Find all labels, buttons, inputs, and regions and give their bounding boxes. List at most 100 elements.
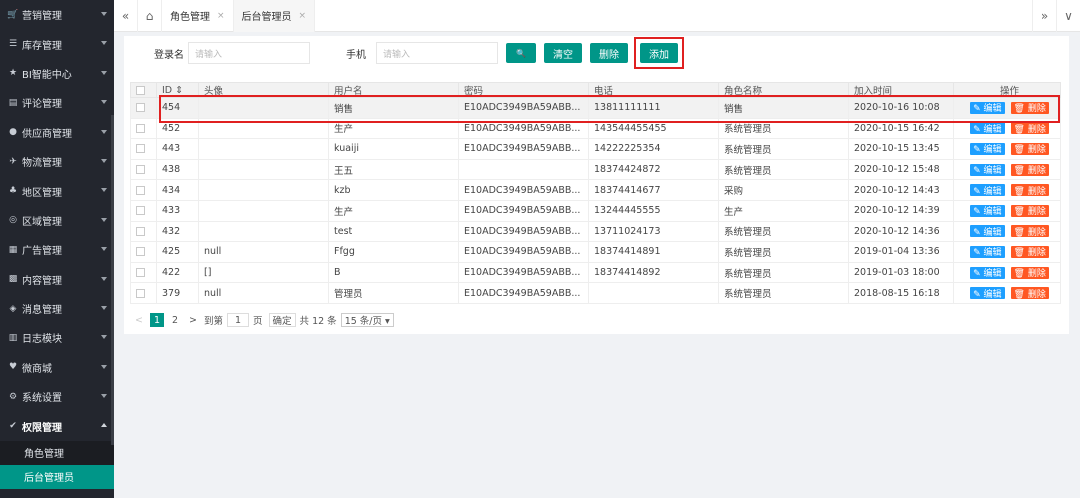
prev-page-button[interactable]: <	[132, 313, 146, 327]
sidebar-item-settings[interactable]: ⚙ 系统设置	[0, 382, 114, 411]
row-checkbox-cell[interactable]	[130, 261, 157, 284]
sidebar-item-content[interactable]: ▩ 内容管理	[0, 265, 114, 294]
next-page-button[interactable]: >	[186, 313, 200, 327]
edit-button[interactable]: ✎ 编辑	[970, 163, 1005, 176]
edit-button[interactable]: ✎ 编辑	[970, 287, 1005, 300]
cell-avatar	[198, 97, 329, 119]
row-checkbox[interactable]	[136, 288, 145, 298]
sidebar-item-ads[interactable]: ▦ 广告管理	[0, 235, 114, 264]
page-2-button[interactable]: 2	[168, 313, 182, 327]
row-checkbox[interactable]	[136, 247, 145, 257]
row-checkbox-cell[interactable]	[130, 138, 157, 160]
select-all-checkbox-cell[interactable]	[130, 82, 157, 98]
cell-joined: 2020-10-15 13:45	[848, 138, 954, 160]
table-row[interactable]: 433 生产 E10ADC3949BA59ABB... 13244445555 生产 20…	[130, 199, 1061, 222]
row-checkbox-cell[interactable]	[130, 282, 157, 304]
row-checkbox-cell[interactable]	[130, 220, 157, 243]
sidebar-item-marketing[interactable]: 🛒 营销管理	[0, 0, 114, 29]
row-checkbox[interactable]	[136, 103, 145, 113]
row-checkbox-cell[interactable]	[130, 97, 157, 119]
table-row[interactable]: 443 kuaiji E10ADC3949BA59ABB... 14222225354…	[130, 138, 1061, 160]
row-checkbox[interactable]	[136, 268, 145, 278]
edit-button[interactable]: ✎ 编辑	[970, 245, 1005, 258]
phone-input[interactable]: 请输入	[376, 42, 498, 64]
row-checkbox[interactable]	[136, 123, 145, 133]
row-checkbox-cell[interactable]	[130, 199, 157, 222]
delete-row-button[interactable]: 🗑 删除	[1010, 101, 1049, 114]
login-name-input[interactable]: 请输入	[188, 42, 310, 64]
chevron-down-icon	[101, 100, 107, 105]
delete-row-button[interactable]: 🗑 删除	[1010, 204, 1049, 217]
table-row[interactable]: 422[] B E10ADC3949BA59ABB... 18374414892 系统管…	[130, 261, 1061, 284]
row-checkbox[interactable]	[136, 165, 145, 175]
column-header-id[interactable]: ID ⇕	[156, 82, 199, 98]
table-row[interactable]: 432 test E10ADC3949BA59ABB... 13711024173 系统…	[130, 220, 1061, 243]
goto-page-input[interactable]: 1	[227, 313, 250, 327]
select-all-checkbox[interactable]	[136, 85, 145, 95]
scroll-tabs-right-icon[interactable]: »	[1032, 0, 1056, 32]
delete-row-button[interactable]: 🗑 删除	[1010, 163, 1049, 176]
sidebar-item-bi[interactable]: ★ BI智能中心	[0, 59, 114, 88]
sidebar-subitem-0[interactable]: 角色管理	[0, 440, 114, 465]
sidebar-item-areas[interactable]: ◎ 区域管理	[0, 206, 114, 235]
edit-button[interactable]: ✎ 编辑	[970, 266, 1005, 279]
tab-role-management[interactable]: 角色管理 ×	[162, 0, 234, 32]
delete-row-button[interactable]: 🗑 删除	[1010, 266, 1049, 279]
sidebar-item-suppliers[interactable]: ● 供应商管理	[0, 118, 114, 147]
row-checkbox-cell[interactable]	[130, 179, 157, 201]
tab-menu-chevron-down-icon[interactable]: ∨	[1056, 0, 1080, 32]
sidebar-subitem-1[interactable]: 后台管理员	[0, 464, 114, 489]
edit-button[interactable]: ✎ 编辑	[970, 122, 1005, 135]
cell-password: E10ADC3949BA59ABB...	[458, 97, 589, 119]
sidebar-item-comments[interactable]: ▤ 评论管理	[0, 88, 114, 117]
page-size-select[interactable]: 15 条/页 ▾	[340, 313, 394, 327]
sidebar-item-regions[interactable]: ♣ 地区管理	[0, 176, 114, 205]
delete-row-button[interactable]: 🗑 删除	[1010, 287, 1049, 300]
edit-button[interactable]: ✎ 编辑	[970, 204, 1005, 217]
column-header-phone: 电话	[588, 82, 719, 98]
row-checkbox-cell[interactable]	[130, 117, 157, 140]
sidebar-item-inventory[interactable]: ☰ 库存管理	[0, 29, 114, 58]
page-1-button[interactable]: 1	[150, 313, 164, 327]
sidebar-item-logs[interactable]: ▥ 日志模块	[0, 323, 114, 352]
sidebar-item-wemall[interactable]: ♥ 微商城	[0, 353, 114, 382]
close-icon[interactable]: ×	[217, 11, 225, 21]
table-row[interactable]: 438 王五 18374424872 系统管理员 2020-10-12 15:48 ✎ 编…	[130, 158, 1061, 181]
row-checkbox-cell[interactable]	[130, 158, 157, 181]
row-checkbox[interactable]	[136, 185, 145, 195]
row-checkbox[interactable]	[136, 144, 145, 154]
edit-button[interactable]: ✎ 编辑	[970, 225, 1005, 238]
table-row[interactable]: 434 kzb E10ADC3949BA59ABB... 18374414677 采购 2…	[130, 179, 1061, 201]
sidebar-item-logistics[interactable]: ✈ 物流管理	[0, 147, 114, 176]
menu-icon: 🛒	[7, 9, 19, 20]
goto-confirm-button[interactable]: 确定	[268, 313, 296, 327]
cell-username: 销售	[328, 97, 459, 119]
row-checkbox-cell[interactable]	[130, 241, 157, 263]
home-icon[interactable]: ⌂	[138, 0, 162, 32]
collapse-sidebar-icon[interactable]: «	[114, 0, 138, 32]
table-row[interactable]: 452 生产 E10ADC3949BA59ABB... 143544455455 系统管…	[130, 117, 1061, 140]
sidebar-item-label: 内容管理	[22, 275, 62, 287]
delete-row-button[interactable]: 🗑 删除	[1010, 142, 1049, 155]
table-row[interactable]: 454 销售 E10ADC3949BA59ABB... 13811111111 销售 20…	[130, 97, 1061, 119]
delete-row-button[interactable]: 🗑 删除	[1010, 245, 1049, 258]
delete-row-button[interactable]: 🗑 删除	[1010, 225, 1049, 238]
table-row[interactable]: 425 null Ffgg E10ADC3949BA59ABB... 183744148…	[130, 241, 1061, 263]
edit-button[interactable]: ✎ 编辑	[970, 101, 1005, 114]
edit-button[interactable]: ✎ 编辑	[970, 184, 1005, 197]
cell-joined: 2020-10-12 14:36	[848, 220, 954, 243]
sidebar-item-messages[interactable]: ◈ 消息管理	[0, 294, 114, 323]
delete-row-button[interactable]: 🗑 删除	[1010, 184, 1049, 197]
delete-button[interactable]: 删除	[590, 43, 628, 63]
edit-button[interactable]: ✎ 编辑	[970, 142, 1005, 155]
row-checkbox[interactable]	[136, 206, 145, 216]
add-button[interactable]: 添加	[640, 43, 678, 63]
row-checkbox[interactable]	[136, 226, 145, 236]
delete-row-button[interactable]: 🗑 删除	[1010, 122, 1049, 135]
search-button[interactable]: 🔍	[506, 43, 536, 63]
close-icon[interactable]: ×	[299, 11, 307, 21]
sidebar-item-permissions[interactable]: ✔ 权限管理	[0, 411, 114, 440]
table-row[interactable]: 379 null 管理员 E10ADC3949BA59ABB... 系统管理员 2018-…	[130, 282, 1061, 304]
tab-admin-users[interactable]: 后台管理员 ×	[233, 0, 316, 32]
clear-button[interactable]: 清空	[544, 43, 582, 63]
